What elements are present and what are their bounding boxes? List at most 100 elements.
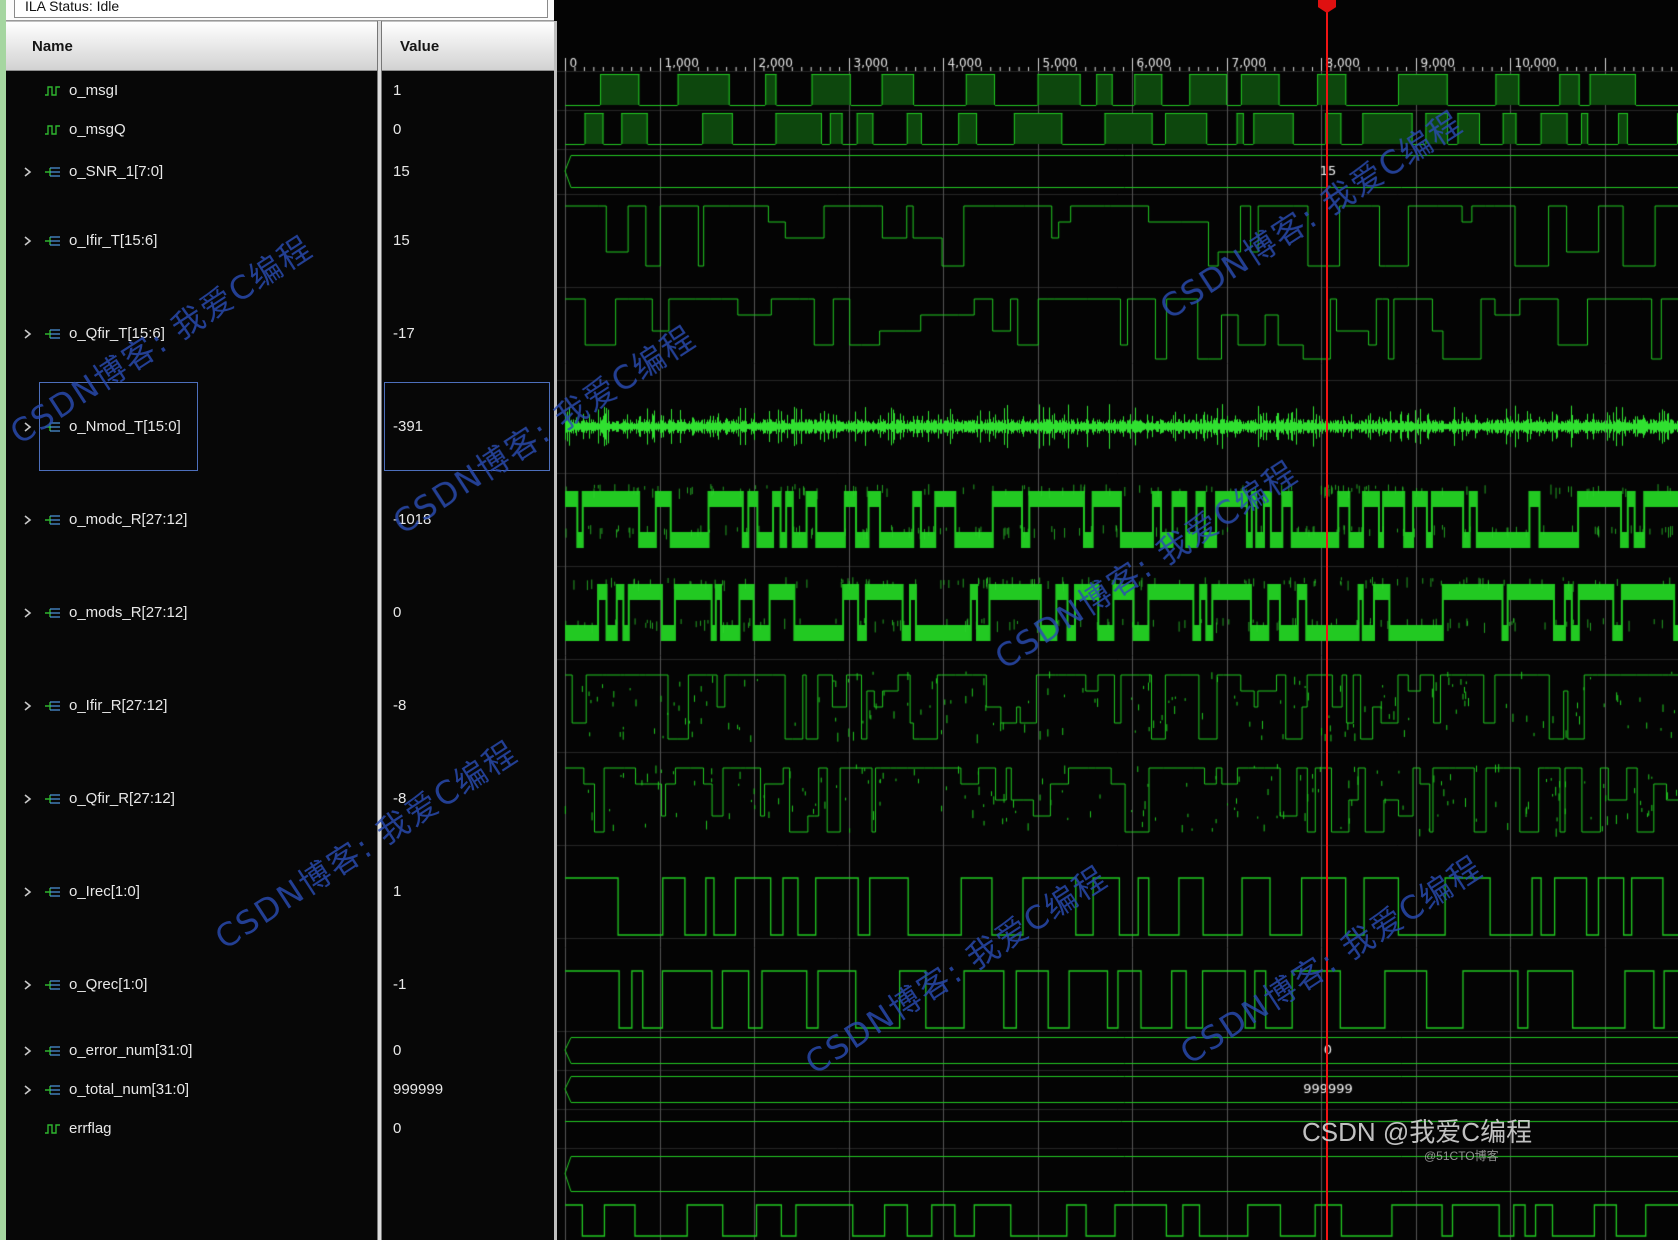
expand-chevron-icon[interactable] [22,328,36,340]
signal-value-cell: 15 [384,151,550,192]
signal-row-o_Irec[1:0][interactable]: o_Irec[1:0] [6,845,377,938]
signal-value-row-o_Qfir_R[27:12][interactable]: -8 [382,752,554,845]
signal-name-label: o_Qfir_T[15:6] [69,325,165,342]
signal-value-row-o_Irec[1:0][interactable]: 1 [382,845,554,938]
signal-row-o_Nmod_T[15:0][interactable]: o_Nmod_T[15:0] [6,380,377,473]
expand-chevron-icon[interactable] [22,1045,36,1057]
signal-value-row-o_Ifir_R[27:12][interactable]: -8 [382,659,554,752]
signal-value-text: -1 [393,976,407,993]
expand-chevron-icon[interactable] [22,1084,36,1096]
signal-value-text: 15 [393,163,410,180]
name-header-label: Name [32,37,73,55]
bus-signal-icon [44,235,62,247]
bus-signal-icon [44,607,62,619]
signal-name-label: o_Irec[1:0] [69,883,140,900]
signal-value-text: 0 [393,604,402,621]
signal-row-o_Qfir_T[15:6][interactable]: o_Qfir_T[15:6] [6,287,377,380]
signal-value-cell: -1 [384,940,550,1029]
signal-row-o_SNR_1[7:0][interactable]: o_SNR_1[7:0] [6,149,377,194]
signal-value-text: -1018 [393,511,432,528]
waveform-area[interactable] [557,0,1678,1240]
signal-value-text: 0 [393,121,402,138]
signal-row-o_error_num[31:0][interactable]: o_error_num[31:0] [6,1031,377,1070]
signal-value-cell: 1 [384,847,550,936]
expand-chevron-icon[interactable] [22,979,36,991]
signal-row-o_mods_R[27:12][interactable]: o_mods_R[27:12] [6,566,377,659]
signal-name-cell: o_Qfir_R[27:12] [39,754,192,843]
expand-chevron-icon[interactable] [22,514,36,526]
signal-value-row-o_Qrec[1:0][interactable]: -1 [382,938,554,1031]
signal-value-row-o_msgQ[interactable]: 0 [382,110,554,149]
signal-name-cell: o_Qfir_T[15:6] [39,289,182,378]
signal-value-text: -8 [393,697,407,714]
expand-chevron-icon[interactable] [22,886,36,898]
signal-value-row-o_SNR_1[7:0][interactable]: 15 [382,149,554,194]
signal-value-row-o_Ifir_T[15:6][interactable]: 15 [382,194,554,287]
value-header-label: Value [400,37,440,55]
expand-chevron-icon[interactable] [22,793,36,805]
signal-name-cell: o_Irec[1:0] [39,847,157,936]
signal-value-row-o_error_num[31:0][interactable]: 0 [382,1031,554,1070]
expand-chevron-icon[interactable] [22,700,36,712]
signal-name-cell: o_Ifir_R[27:12] [39,661,184,750]
signal-value-cell: 0 [384,1111,550,1146]
signal-name-label: o_SNR_1[7:0] [69,163,164,180]
bus-signal-icon [44,793,62,805]
ila-status-text: ILA Status: Idle [25,0,120,14]
signal-value-row-o_msgI[interactable]: 1 [382,71,554,110]
signal-value-row-errflag[interactable]: 0 [382,1109,554,1148]
signal-row-o_Qrec[1:0][interactable]: o_Qrec[1:0] [6,938,377,1031]
signal-value-row-o_modc_R[27:12][interactable]: -1018 [382,473,554,566]
bus-signal-icon [44,1084,62,1096]
signal-value-row-o_Qfir_T[15:6][interactable]: -17 [382,287,554,380]
signal-value-row-o_mods_R[27:12][interactable]: 0 [382,566,554,659]
signal-value-row-o_total_num[31:0][interactable]: 999999 [382,1070,554,1109]
bus-signal-icon [44,421,62,433]
expand-chevron-icon[interactable] [22,235,36,247]
expand-chevron-icon[interactable] [22,166,36,178]
signal-value-cell: 0 [384,1033,550,1068]
signal-row-o_Qfir_R[27:12][interactable]: o_Qfir_R[27:12] [6,752,377,845]
signal-value-text: -17 [393,325,415,342]
signal-name-label: o_modc_R[27:12] [69,511,188,528]
expand-chevron-icon[interactable] [22,607,36,619]
signal-name-cell: o_Qrec[1:0] [39,940,164,1029]
waveform-canvas[interactable] [557,0,1678,1240]
bus-signal-icon [44,166,62,178]
signal-value-cell: 1 [384,73,550,108]
scalar-signal-icon [44,85,62,97]
signal-row-o_total_num[31:0][interactable]: o_total_num[31:0] [6,1070,377,1109]
bus-signal-icon [44,700,62,712]
signal-value-text: 1 [393,883,402,900]
signal-name-cell: o_msgI [39,73,135,108]
signal-row-o_msgQ[interactable]: o_msgQ [6,110,377,149]
signal-name-cell: o_Ifir_T[15:6] [39,196,174,285]
timeline-cursor[interactable] [1326,0,1328,1240]
signal-row-o_Ifir_T[15:6][interactable]: o_Ifir_T[15:6] [6,194,377,287]
signal-value-text: 1 [393,82,402,99]
signal-name-label: o_msgI [69,82,119,99]
signal-value-cell: -8 [384,754,550,843]
signal-row-o_msgI[interactable]: o_msgI [6,71,377,110]
signal-value-cell: 15 [384,196,550,285]
signal-value-cell: 0 [384,112,550,147]
signal-name-cell: o_Nmod_T[15:0] [39,382,198,471]
signal-name-label: o_msgQ [69,121,126,138]
signal-value-text: 0 [393,1120,402,1137]
value-column-header[interactable]: Value [382,21,554,71]
signal-value-cell: 0 [384,568,550,657]
signal-value-row-o_Nmod_T[15:0][interactable]: -391 [382,380,554,473]
signal-name-cell: o_mods_R[27:12] [39,568,204,657]
signal-row-errflag[interactable]: errflag [6,1109,377,1148]
signal-row-o_Ifir_R[27:12][interactable]: o_Ifir_R[27:12] [6,659,377,752]
name-column-header[interactable]: Name [6,21,377,71]
signal-value-cell: 999999 [384,1072,550,1107]
expand-chevron-icon[interactable] [22,421,36,433]
ila-status-bar: ILA Status: Idle [6,0,554,21]
signal-value-text: 999999 [393,1081,444,1098]
ila-waveform-window: ILA Status: Idle Name Value o_msgI o_msgQ… [0,0,1678,1240]
signal-row-o_modc_R[27:12][interactable]: o_modc_R[27:12] [6,473,377,566]
signal-name-label: o_mods_R[27:12] [69,604,188,621]
signal-name-cell: errflag [39,1111,129,1146]
